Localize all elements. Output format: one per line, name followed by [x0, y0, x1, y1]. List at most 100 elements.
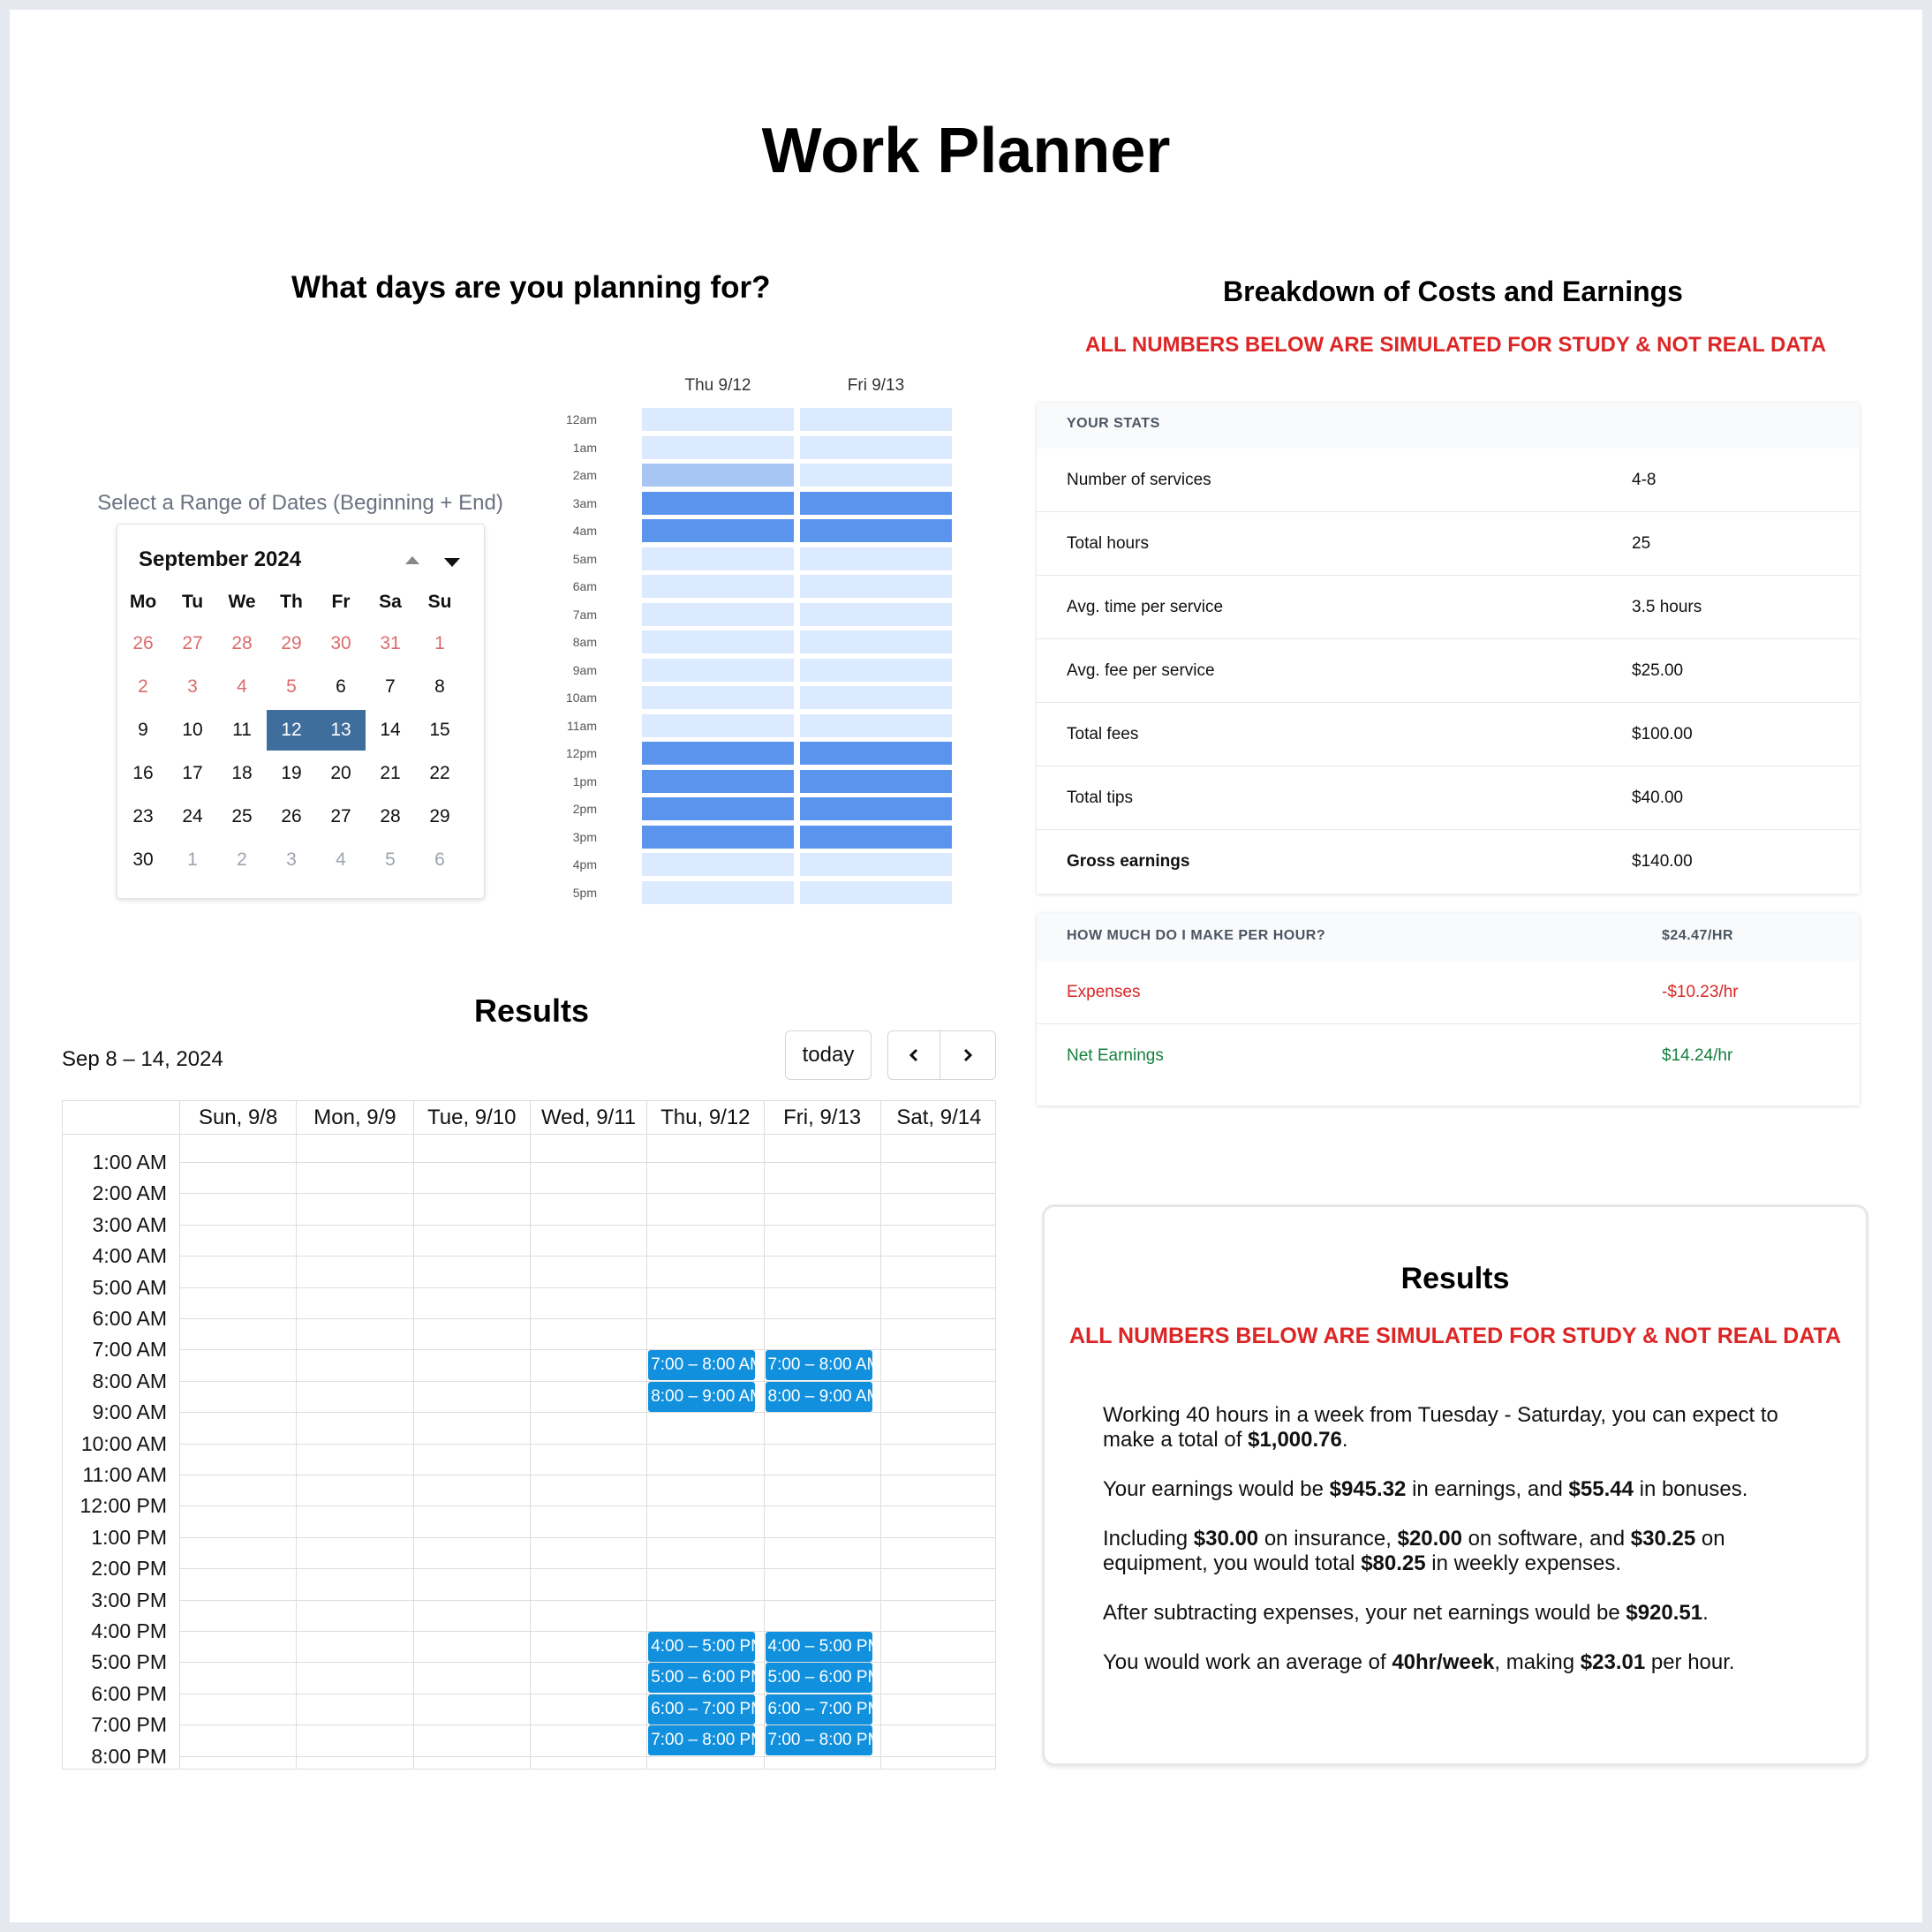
calendar-event[interactable]: 7:00 – 8:00 PM: [765, 1725, 872, 1756]
availability-slot[interactable]: [642, 547, 794, 570]
availability-slot[interactable]: [642, 797, 794, 820]
calendar-day[interactable]: 28: [217, 623, 267, 664]
time-gridline: [179, 1193, 995, 1195]
calendar-day[interactable]: 12: [267, 710, 316, 751]
availability-slot[interactable]: [642, 880, 794, 904]
calendar-day[interactable]: 28: [366, 796, 415, 837]
calendar-day[interactable]: 1: [168, 840, 217, 880]
calendar-day[interactable]: 6: [415, 840, 464, 880]
calendar-day[interactable]: 24: [168, 796, 217, 837]
availability-slot[interactable]: [800, 853, 952, 876]
stats-label: Total fees: [1067, 725, 1139, 743]
availability-slot[interactable]: [642, 658, 794, 682]
calendar-day[interactable]: 29: [415, 796, 464, 837]
calendar-day[interactable]: 7: [366, 667, 415, 707]
availability-slot[interactable]: [642, 408, 794, 431]
calendar-day[interactable]: 10: [168, 710, 217, 751]
calendar-event[interactable]: 6:00 – 7:00 PM: [765, 1694, 872, 1724]
calendar-day[interactable]: 22: [415, 753, 464, 794]
calendar-day[interactable]: 30: [118, 840, 168, 880]
availability-slot[interactable]: [642, 435, 794, 459]
availability-slot[interactable]: [642, 464, 794, 487]
week-range: Sep 8 – 14, 2024: [62, 1047, 223, 1071]
calendar-day[interactable]: 25: [217, 796, 267, 837]
availability-slot[interactable]: [800, 880, 952, 904]
calendar-day[interactable]: 15: [415, 710, 464, 751]
calendar-day[interactable]: 9: [118, 710, 168, 751]
availability-slot[interactable]: [800, 408, 952, 431]
availability-slot[interactable]: [642, 630, 794, 653]
calendar-event[interactable]: 7:00 – 8:00 PM: [648, 1725, 756, 1756]
calendar-day[interactable]: 4: [217, 667, 267, 707]
availability-slot[interactable]: [642, 825, 794, 849]
calendar-event[interactable]: 7:00 – 8:00 AM: [648, 1350, 756, 1381]
availability-slot[interactable]: [642, 575, 794, 598]
calendar-day[interactable]: 2: [217, 840, 267, 880]
calendar-day[interactable]: 21: [366, 753, 415, 794]
month-down-icon[interactable]: [444, 558, 460, 567]
calendar-day[interactable]: 3: [267, 840, 316, 880]
today-button[interactable]: today: [785, 1030, 872, 1080]
next-week-button[interactable]: [940, 1030, 996, 1080]
availability-slot[interactable]: [800, 519, 952, 542]
availability-slot[interactable]: [800, 575, 952, 598]
availability-slot[interactable]: [800, 797, 952, 820]
calendar-day[interactable]: 20: [316, 753, 366, 794]
availability-slot[interactable]: [800, 602, 952, 626]
prev-week-button[interactable]: [887, 1030, 940, 1080]
calendar-event[interactable]: 5:00 – 6:00 PM: [765, 1663, 872, 1694]
availability-slot[interactable]: [800, 435, 952, 459]
availability-slot[interactable]: [642, 713, 794, 737]
calendar-event[interactable]: 6:00 – 7:00 PM: [648, 1694, 756, 1724]
calendar-event[interactable]: 5:00 – 6:00 PM: [648, 1663, 756, 1694]
calendar-event[interactable]: 8:00 – 9:00 AM: [648, 1381, 756, 1412]
availability-slot[interactable]: [800, 491, 952, 515]
availability-slot[interactable]: [800, 547, 952, 570]
calendar-day[interactable]: 4: [316, 840, 366, 880]
calendar-day[interactable]: 11: [217, 710, 267, 751]
month-up-icon[interactable]: [405, 556, 419, 564]
calendar-event[interactable]: 4:00 – 5:00 PM: [648, 1632, 756, 1662]
availability-slot[interactable]: [800, 630, 952, 653]
availability-slot[interactable]: [800, 769, 952, 793]
calendar-day[interactable]: 3: [168, 667, 217, 707]
availability-slot[interactable]: [642, 519, 794, 542]
calendar-day[interactable]: 6: [316, 667, 366, 707]
calendar-day[interactable]: 2: [118, 667, 168, 707]
calendar-event[interactable]: 8:00 – 9:00 AM: [765, 1381, 872, 1412]
availability-slot[interactable]: [642, 602, 794, 626]
availability-slot[interactable]: [642, 742, 794, 765]
calendar-day[interactable]: 29: [267, 623, 316, 664]
availability-slot[interactable]: [642, 686, 794, 709]
calendar-day[interactable]: 26: [267, 796, 316, 837]
calendar-day[interactable]: 5: [267, 667, 316, 707]
availability-slot[interactable]: [800, 825, 952, 849]
calendar-event[interactable]: 7:00 – 8:00 AM: [765, 1350, 872, 1381]
calendar-day[interactable]: 27: [168, 623, 217, 664]
availability-slot[interactable]: [800, 713, 952, 737]
availability-slot[interactable]: [642, 769, 794, 793]
calendar-day[interactable]: 18: [217, 753, 267, 794]
availability-slot[interactable]: [642, 491, 794, 515]
availability-slot[interactable]: [800, 464, 952, 487]
availability-slot[interactable]: [800, 686, 952, 709]
stats-label: Gross earnings: [1067, 852, 1190, 871]
calendar-day[interactable]: 30: [316, 623, 366, 664]
availability-slot[interactable]: [800, 658, 952, 682]
calendar-day[interactable]: 13: [316, 710, 366, 751]
availability-slot[interactable]: [800, 742, 952, 765]
calendar-day[interactable]: 31: [366, 623, 415, 664]
calendar-day[interactable]: 27: [316, 796, 366, 837]
availability-slot[interactable]: [642, 853, 794, 876]
calendar-day[interactable]: 16: [118, 753, 168, 794]
calendar-day[interactable]: 19: [267, 753, 316, 794]
calendar-day[interactable]: 26: [118, 623, 168, 664]
day-column-divider: [646, 1101, 648, 1769]
calendar-day[interactable]: 1: [415, 623, 464, 664]
calendar-day[interactable]: 14: [366, 710, 415, 751]
calendar-event[interactable]: 4:00 – 5:00 PM: [765, 1632, 872, 1662]
calendar-day[interactable]: 5: [366, 840, 415, 880]
calendar-day[interactable]: 23: [118, 796, 168, 837]
calendar-day[interactable]: 17: [168, 753, 217, 794]
calendar-day[interactable]: 8: [415, 667, 464, 707]
